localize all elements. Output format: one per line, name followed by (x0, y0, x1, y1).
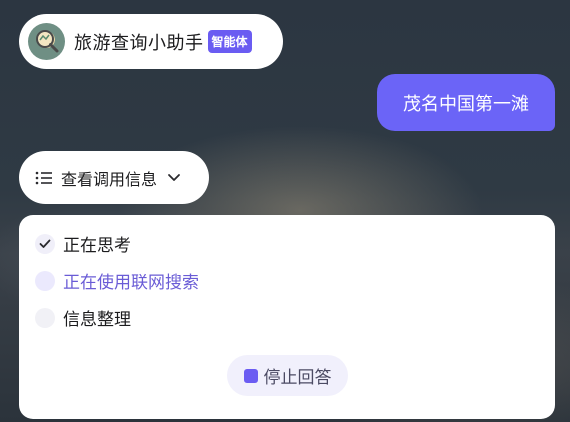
user-message-bubble: 茂名中国第一滩 (377, 74, 555, 131)
pending-dot-icon (35, 307, 55, 328)
user-message-text: 茂名中国第一滩 (403, 93, 529, 115)
check-icon (35, 233, 55, 254)
stop-answer-label: 停止回答 (263, 368, 332, 388)
step-organize-info: 信息整理 (35, 305, 131, 330)
chevron-down-icon (168, 173, 180, 181)
agent-badge: 智能体 (207, 30, 252, 53)
list-icon (35, 171, 52, 184)
step-web-search: 正在使用联网搜索 (35, 268, 199, 293)
step-thinking: 正在思考 (35, 231, 131, 256)
stop-icon (243, 368, 258, 383)
step-label: 正在使用联网搜索 (63, 273, 199, 293)
status-card: 正在思考 正在使用联网搜索 信息整理 停止回答 (19, 215, 555, 419)
progress-dot-icon (35, 270, 55, 291)
view-invocation-info-label: 查看调用信息 (61, 169, 158, 189)
agent-header[interactable]: 旅游查询小助手 智能体 (19, 14, 283, 69)
stop-answer-button[interactable]: 停止回答 (227, 355, 348, 396)
view-invocation-info-button[interactable]: 查看调用信息 (19, 151, 209, 204)
step-label: 正在思考 (63, 236, 131, 256)
agent-name: 旅游查询小助手 (74, 32, 204, 54)
step-label: 信息整理 (63, 310, 131, 330)
magnifier-avatar-icon (28, 23, 65, 60)
